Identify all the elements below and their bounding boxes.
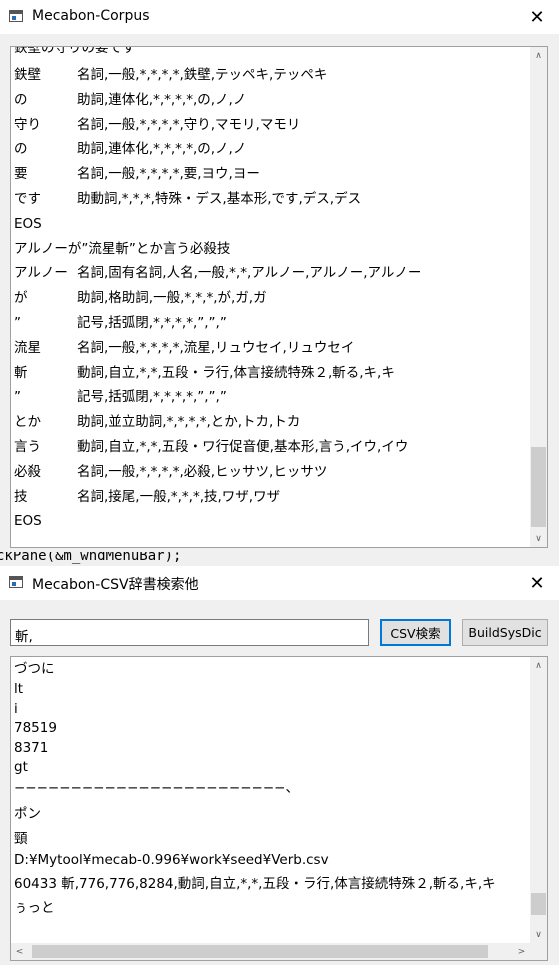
corpus-row-word: ” [14,389,21,406]
corpus-row-info: 名詞,一般,*,*,*,*,必殺,ヒッサツ,ヒッサツ [77,463,328,480]
scroll-down-icon[interactable]: ∨ [530,530,547,547]
corpus-row: アルノー 名詞,固有名詞,人名,一般,*,*,アルノー,アルノー,アルノー [14,264,421,282]
corpus-text-area[interactable]: 鉄壁の守りの要です 鉄壁 名詞,一般,*,*,*,*,鉄壁,テッペキ,テッペキの助… [10,46,548,548]
corpus-row-word: アルノー [14,265,68,282]
csv-close-button[interactable]: ✕ [515,566,559,600]
csv-hscroll-thumb[interactable] [32,945,488,958]
csv-result-line: 78519 [14,720,57,736]
scroll-up-icon[interactable]: ∧ [530,657,547,674]
corpus-row-info: 記号,括弧閉,*,*,*,*,”,”,” [77,315,227,331]
corpus-partial-line: 鉄壁の守りの要です [14,46,136,56]
corpus-row: 言う 動詞,自立,*,*,五段・ワ行促音便,基本形,言う,イウ,イウ [14,438,408,456]
background-code-strip: ckPane(&m_wndMenuBar); [0,552,559,566]
corpus-row-info: 助詞,連体化,*,*,*,*,の,ノ,ノ [77,141,247,158]
corpus-row: 斬 動詞,自立,*,*,五段・ラ行,体言接続特殊２,斬る,キ,キ [14,364,395,382]
corpus-row: EOS [14,215,42,233]
corpus-vertical-scrollbar[interactable]: ∧ ∨ [530,47,547,547]
corpus-row-word: ” [14,315,21,331]
corpus-window: Mecabon-Corpus ✕ 鉄壁の守りの要です 鉄壁 名詞,一般,*,*,*… [0,0,559,552]
corpus-scroll-thumb[interactable] [531,447,546,527]
csv-result-line: ポン [14,806,41,822]
corpus-row: 守り 名詞,一般,*,*,*,*,守り,マモリ,マモリ [14,116,300,134]
corpus-row-word: アルノーが”流星斬”とか言う必殺技 [14,240,231,257]
scroll-right-icon[interactable]: > [513,943,530,960]
corpus-row: 要 名詞,一般,*,*,*,*,要,ヨウ,ヨー [14,165,260,183]
corpus-row: です 助動詞,*,*,*,特殊・デス,基本形,です,デス,デス [14,190,361,208]
csv-result-line: i [14,701,18,717]
corpus-row: の 助詞,連体化,*,*,*,*,の,ノ,ノ [14,140,246,158]
csv-window-title: Mecabon-CSV辞書検索他 [32,577,199,593]
scrollbar-corner [530,943,547,960]
corpus-titlebar[interactable]: Mecabon-Corpus ✕ [0,0,559,34]
csv-vertical-scrollbar[interactable]: ∧ ∨ [530,657,547,943]
corpus-row-word: 守り [14,116,41,133]
csv-result-line: 頸 [14,831,28,847]
background-code-text: ckPane(&m_wndMenuBar); [0,552,182,564]
corpus-row-info: 助詞,連体化,*,*,*,*,の,ノ,ノ [77,91,247,108]
app-window-icon [9,10,23,22]
corpus-row-info: 名詞,一般,*,*,*,*,守り,マモリ,マモリ [77,116,301,133]
corpus-row-info: 名詞,接尾,一般,*,*,*,技,ワザ,ワザ [77,488,281,505]
corpus-row: とか 助詞,並立助詞,*,*,*,*,とか,トカ,トカ [14,413,300,431]
corpus-row-info: 名詞,一般,*,*,*,*,要,ヨウ,ヨー [77,166,260,183]
app-window-icon [9,576,23,588]
corpus-row: 流星 名詞,一般,*,*,*,*,流星,リュウセイ,リュウセイ [14,339,354,357]
scroll-up-icon[interactable]: ∧ [530,47,547,64]
corpus-row: 鉄壁 名詞,一般,*,*,*,*,鉄壁,テッペキ,テッペキ [14,66,327,84]
corpus-row-word: が [14,290,28,307]
corpus-window-title: Mecabon-Corpus [32,8,150,24]
corpus-row-word: の [14,141,28,158]
corpus-row: アルノーが”流星斬”とか言う必殺技 [14,240,230,258]
build-sys-dic-button[interactable]: BuildSysDic [462,619,548,646]
corpus-row-word: 斬 [14,364,28,381]
corpus-close-button[interactable]: ✕ [515,0,559,34]
corpus-row-info: 動詞,自立,*,*,五段・ワ行促音便,基本形,言う,イウ,イウ [77,439,409,455]
corpus-row-info: 名詞,一般,*,*,*,*,鉄壁,テッペキ,テッペキ [77,67,328,83]
csv-result-line: ぅっと [14,900,55,916]
corpus-row-info: 助詞,並立助詞,*,*,*,*,とか,トカ,トカ [77,414,301,431]
corpus-row-info: 名詞,固有名詞,人名,一般,*,*,アルノー,アルノー,アルノー [77,265,422,282]
corpus-row: の 助詞,連体化,*,*,*,*,の,ノ,ノ [14,91,246,109]
corpus-row-info: 記号,括弧閉,*,*,*,*,”,”,” [77,389,227,406]
csv-result-line: gt [14,759,28,775]
corpus-row-word: EOS [14,215,42,232]
corpus-row: 技 名詞,接尾,一般,*,*,*,技,ワザ,ワザ [14,488,280,506]
csv-search-button[interactable]: CSV検索 [380,619,451,646]
corpus-row-word: 鉄壁 [14,67,41,83]
corpus-row-word: です [14,191,41,207]
corpus-row: 必殺 名詞,一般,*,*,*,*,必殺,ヒッサツ,ヒッサツ [14,463,327,481]
corpus-row: EOS [14,512,42,530]
csv-vscroll-thumb[interactable] [531,893,546,915]
corpus-row: ” 記号,括弧閉,*,*,*,*,”,”,” [14,388,227,406]
corpus-row-word: EOS [14,513,42,530]
csv-result-line: lt [14,681,24,697]
corpus-row-word: 流星 [14,339,41,356]
corpus-row-word: 言う [14,439,41,455]
corpus-row-info: 助動詞,*,*,*,特殊・デス,基本形,です,デス,デス [77,191,362,207]
csv-result-line: 8371 [14,740,49,756]
corpus-row: が 助詞,格助詞,一般,*,*,*,が,ガ,ガ [14,289,267,307]
csv-results-area[interactable]: づつに lt i 78519 8371 gt −−−−−−−−−−−−−−−−−−−−−−−… [10,656,548,961]
corpus-row-word: とか [14,414,41,431]
corpus-row-info: 名詞,一般,*,*,*,*,流星,リュウセイ,リュウセイ [77,339,355,356]
csv-result-line: D:¥Mytool¥mecab-0.996¥work¥seed¥Verb.csv [14,852,329,868]
corpus-row-info: 助詞,格助詞,一般,*,*,*,が,ガ,ガ [77,290,267,307]
corpus-row-word: 必殺 [14,463,41,480]
corpus-row-word: 要 [14,166,28,183]
csv-titlebar[interactable]: Mecabon-CSV辞書検索他 ✕ [0,566,559,600]
corpus-row-word: の [14,91,28,108]
corpus-row-info: 動詞,自立,*,*,五段・ラ行,体言接続特殊２,斬る,キ,キ [77,364,395,381]
search-input[interactable]: 斬, [10,619,369,646]
corpus-row: ” 記号,括弧閉,*,*,*,*,”,”,” [14,314,227,332]
csv-result-line: づつに [14,661,55,677]
csv-result-line: −−−−−−−−−−−−−−−−−−−−−−−−、 [14,780,299,796]
csv-result-line: 60433 斬,776,776,8284,動詞,自立,*,*,五段・ラ行,体言接… [14,876,496,892]
corpus-row-word: 技 [14,488,28,505]
scroll-left-icon[interactable]: < [11,943,28,960]
scroll-down-icon[interactable]: ∨ [530,926,547,943]
csv-horizontal-scrollbar[interactable]: < > [11,943,530,960]
